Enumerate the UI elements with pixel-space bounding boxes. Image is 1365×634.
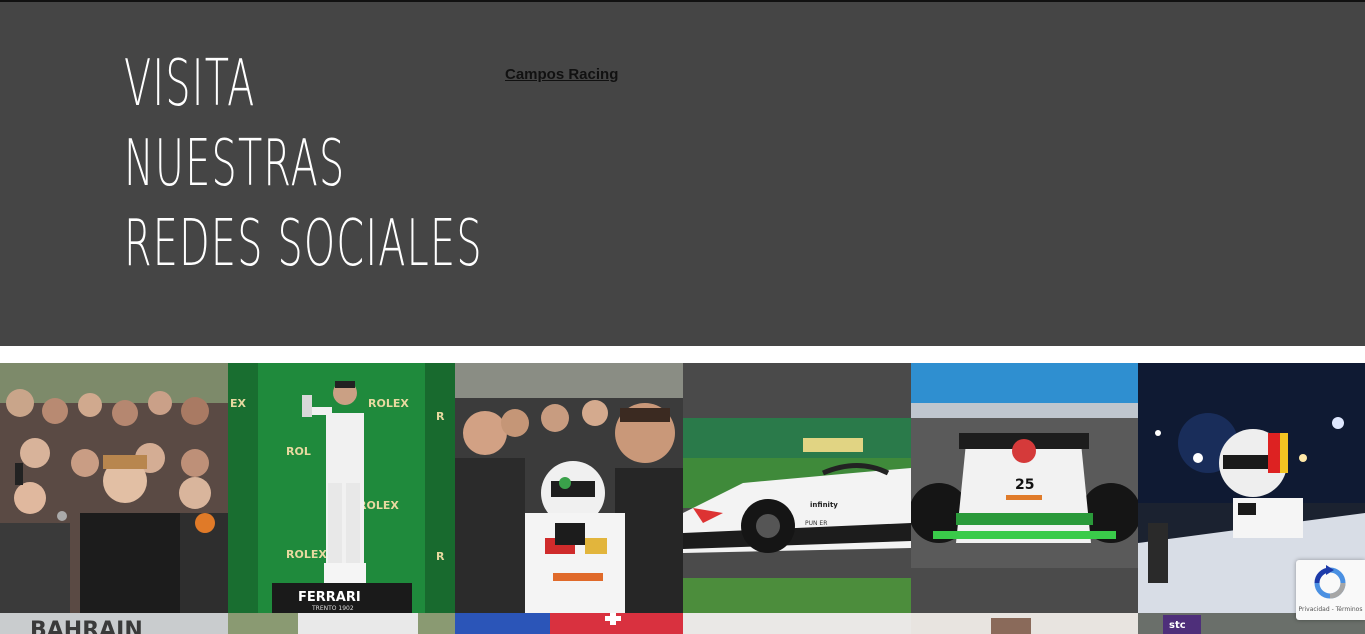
instagram-gallery: ROLEX ROL ROLEX ROLEX EX R R FERRARI TRE… [0, 363, 1365, 634]
flag-photo [455, 613, 683, 634]
trees-photo [228, 613, 455, 634]
svg-text:PUN ER: PUN ER [805, 520, 827, 527]
portrait-photo [911, 613, 1138, 634]
gallery-tile-car-front[interactable]: 25 [911, 363, 1138, 613]
hero-title-line-2: NUESTRAS [124, 127, 346, 201]
svg-text:TRENTO 1902: TRENTO 1902 [311, 605, 354, 612]
gallery-tile-podium[interactable]: ROLEX ROL ROLEX ROLEX EX R R FERRARI TRE… [228, 363, 455, 613]
gallery-tile-row2-4[interactable] [683, 613, 911, 634]
svg-text:R: R [436, 410, 445, 423]
hero-title-line-1: VISITA [124, 47, 256, 121]
stc-text: stc [1169, 620, 1186, 631]
light-photo [683, 613, 911, 634]
race-car-front-photo: 25 [911, 363, 1138, 613]
svg-text:ROLEX: ROLEX [286, 548, 327, 561]
gallery-tile-track-car[interactable]: infinity PUN ER [683, 363, 911, 613]
svg-text:ROL: ROL [286, 445, 311, 458]
gallery-tile-row2-2[interactable] [228, 613, 455, 634]
gallery-tile-row2-3[interactable] [455, 613, 683, 634]
svg-text:R: R [436, 550, 445, 563]
recaptcha-icon [1314, 565, 1346, 599]
hero-title: VISITA NUESTRAS REDES SOCIALES [124, 44, 483, 284]
hero-title-line-3: REDES SOCIALES [124, 207, 483, 281]
svg-text:ROLEX: ROLEX [358, 499, 399, 512]
social-hero-section: VISITA NUESTRAS REDES SOCIALES Campos Ra… [0, 2, 1365, 346]
gallery-tile-fans[interactable] [0, 363, 228, 613]
svg-text:EX: EX [230, 397, 247, 410]
campos-racing-link[interactable]: Campos Racing [505, 66, 618, 83]
gallery-tile-row2-1[interactable]: BAHRAIN [0, 613, 228, 634]
podium-trophy-photo: ROLEX ROL ROLEX ROLEX EX R R FERRARI TRE… [228, 363, 455, 613]
svg-text:FERRARI: FERRARI [298, 590, 361, 605]
recaptcha-label[interactable]: Privacidad - Términos [1296, 606, 1365, 613]
race-car-track-photo: infinity PUN ER [683, 363, 911, 613]
gallery-tile-row2-5[interactable] [911, 613, 1138, 634]
recaptcha-badge[interactable]: Privacidad - Términos [1296, 560, 1365, 620]
svg-text:infinity: infinity [810, 501, 838, 509]
svg-text:ROLEX: ROLEX [368, 397, 409, 410]
team-celebration-photo [455, 363, 683, 613]
fans-selfie-photo [0, 363, 228, 613]
bahrain-photo: BAHRAIN [0, 613, 228, 634]
bahrain-text: BAHRAIN [30, 618, 143, 634]
gallery-tile-celebration[interactable] [455, 363, 683, 613]
svg-text:25: 25 [1015, 477, 1034, 493]
